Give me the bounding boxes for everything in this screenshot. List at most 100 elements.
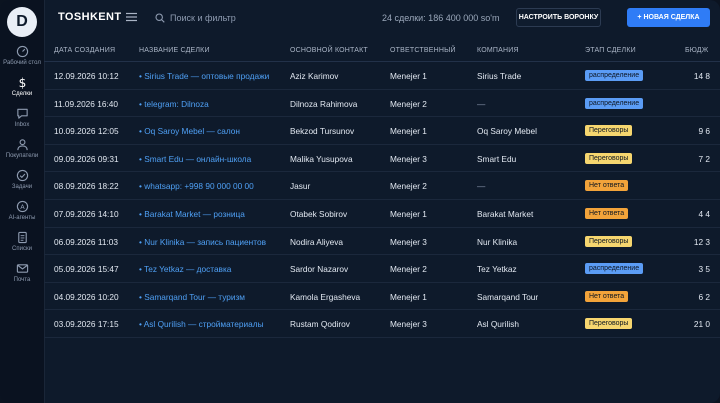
column-header-budget[interactable]: БЮДЖ — [685, 47, 708, 54]
sidebar-item-ai-agents[interactable]: A AI-агенты — [0, 200, 44, 230]
created-date-cell: 05.09.2026 15:47 — [54, 264, 119, 275]
svg-text:A: A — [20, 203, 25, 211]
sidebar-item-label: Сделки — [11, 91, 33, 97]
sidebar-item-mail[interactable]: Почта — [0, 262, 44, 292]
sidebar-item-label: Списки — [12, 246, 32, 252]
deals-table: ДАТА СОЗДАНИЯ НАЗВАНИЕ СДЕЛКИ ОСНОВНОЙ К… — [44, 42, 720, 338]
sidebar-item-customers[interactable]: Покупатели — [0, 138, 44, 168]
table-row[interactable]: 03.09.2026 17:15 • Asl Qurilish — стройм… — [44, 310, 720, 338]
configure-funnel-button[interactable]: НАСТРОИТЬ ВОРОНКУ — [516, 8, 601, 27]
table-row[interactable]: 12.09.2026 10:12 • Sirius Trade — оптовы… — [44, 62, 720, 90]
column-header-company[interactable]: КОМПАНИЯ — [477, 47, 519, 54]
column-header-deal-name[interactable]: НАЗВАНИЕ СДЕЛКИ — [139, 47, 210, 54]
deal-name-link[interactable]: • Asl Qurilish — стройматериалы — [139, 319, 264, 329]
stage-badge[interactable]: Переговоры — [585, 318, 633, 330]
table-header: ДАТА СОЗДАНИЯ НАЗВАНИЕ СДЕЛКИ ОСНОВНОЙ К… — [44, 42, 720, 62]
contact-cell[interactable]: Malika Yusupova — [290, 154, 353, 164]
created-date-cell: 08.09.2026 18:22 — [54, 181, 119, 192]
table-row[interactable]: 09.09.2026 09:31 • Smart Edu — онлайн-шк… — [44, 145, 720, 173]
column-header-stage[interactable]: ЭТАП СДЕЛКИ — [585, 47, 636, 54]
table-row[interactable]: 11.09.2026 16:40 • telegram: Dilnoza Dil… — [44, 90, 720, 118]
deal-name-link[interactable]: • telegram: Dilnoza — [139, 99, 209, 109]
sidebar: D Рабочий стол $ Сделки Inbox Покупатели… — [0, 0, 45, 403]
app-window: D Рабочий стол $ Сделки Inbox Покупатели… — [0, 0, 720, 403]
contact-cell[interactable]: Nodira Aliyeva — [290, 237, 343, 247]
column-header-date[interactable]: ДАТА СОЗДАНИЯ — [54, 47, 115, 54]
budget-cell: 21 0 — [693, 319, 710, 330]
search-input[interactable] — [170, 13, 340, 23]
deal-name-link[interactable]: • Barakat Market — розница — [139, 209, 245, 219]
stage-badge[interactable]: Переговоры — [585, 152, 633, 164]
svg-text:$: $ — [18, 76, 26, 89]
mail-icon — [16, 264, 28, 273]
search-bar — [155, 10, 355, 26]
stage-badge[interactable]: Нет ответа — [585, 180, 629, 192]
table-row[interactable]: 07.09.2026 14:10 • Barakat Market — розн… — [44, 200, 720, 228]
column-header-contact[interactable]: ОСНОВНОЙ КОНТАКТ — [290, 47, 368, 54]
deal-name-link[interactable]: • whatsapp: +998 90 000 00 00 — [139, 181, 254, 191]
owner-cell: Menejer 3 — [390, 236, 427, 247]
company-cell: Samarqand Tour — [477, 291, 539, 302]
owner-cell: Menejer 3 — [390, 319, 427, 330]
sidebar-item-tasks[interactable]: Задачи — [0, 169, 44, 199]
stage-cell: распределение — [585, 69, 644, 81]
table-row[interactable]: 10.09.2026 12:05 • Oq Saroy Mebel — сало… — [44, 117, 720, 145]
contact-cell[interactable]: Kamola Ergasheva — [290, 292, 360, 302]
deal-name-link[interactable]: • Samarqand Tour — туризм — [139, 292, 245, 302]
sidebar-item-label: Inbox — [14, 122, 30, 128]
stage-badge[interactable]: распределение — [585, 97, 644, 109]
deal-name-link[interactable]: • Smart Edu — онлайн-школа — [139, 154, 251, 164]
deal-name-link[interactable]: • Oq Saroy Mebel — салон — [139, 126, 240, 136]
workspace-logo[interactable]: D — [7, 7, 37, 37]
table-row[interactable]: 08.09.2026 18:22 • whatsapp: +998 90 000… — [44, 172, 720, 200]
stage-cell: Переговоры — [585, 317, 633, 330]
contact-cell[interactable]: Aziz Karimov — [290, 71, 338, 81]
budget-cell: 7 2 — [698, 153, 710, 164]
company-cell: Barakat Market — [477, 208, 534, 219]
stage-badge[interactable]: Переговоры — [585, 235, 633, 247]
stage-cell: Нет ответа — [585, 179, 629, 192]
list-icon — [17, 231, 27, 244]
contact-cell[interactable]: Otabek Sobirov — [290, 209, 347, 219]
sidebar-item-deals[interactable]: $ Сделки — [0, 76, 44, 106]
contact-cell[interactable]: Dilnoza Rahimova — [290, 99, 357, 109]
table-row[interactable]: 05.09.2026 15:47 • Tez Yetkaz — доставка… — [44, 255, 720, 283]
budget-cell: 14 8 — [693, 71, 710, 81]
menu-icon[interactable] — [126, 12, 137, 22]
contact-cell[interactable]: Sardor Nazarov — [290, 264, 348, 274]
dashboard-icon — [16, 45, 28, 58]
stage-cell: Переговоры — [585, 124, 633, 137]
deal-name-link[interactable]: • Sirius Trade — оптовые продажи — [139, 71, 269, 81]
contact-cell[interactable]: Jasur — [290, 181, 310, 191]
sidebar-item-label: Покупатели — [5, 153, 39, 159]
budget-cell: 9 6 — [698, 126, 710, 137]
owner-cell: Menejer 2 — [390, 181, 427, 192]
stage-badge[interactable]: Нет ответа — [585, 207, 629, 219]
stage-badge[interactable]: распределение — [585, 263, 644, 275]
contact-cell[interactable]: Rustam Qodirov — [290, 319, 350, 329]
chat-icon — [16, 108, 28, 119]
sidebar-item-dashboard[interactable]: Рабочий стол — [0, 45, 44, 75]
stage-cell: распределение — [585, 97, 644, 109]
dollar-icon: $ — [18, 76, 26, 89]
budget-cell: 12 3 — [693, 236, 710, 247]
owner-cell: Menejer 2 — [390, 264, 427, 275]
column-header-owner[interactable]: ОТВЕТСТВЕННЫЙ — [390, 47, 456, 54]
stage-cell: распределение — [585, 262, 644, 275]
page-title: TOSHKENT — [58, 11, 122, 23]
sidebar-item-inbox[interactable]: Inbox — [0, 107, 44, 137]
table-row[interactable]: 04.09.2026 10:20 • Samarqand Tour — тури… — [44, 283, 720, 311]
stage-badge[interactable]: распределение — [585, 70, 644, 81]
sidebar-item-label: Почта — [13, 277, 31, 283]
new-deal-button[interactable]: + НОВАЯ СДЕЛКА — [627, 8, 710, 27]
stage-badge[interactable]: Переговоры — [585, 125, 633, 137]
deal-name-link[interactable]: • Nur Klinika — запись пациентов — [139, 237, 266, 247]
table-row[interactable]: 06.09.2026 11:03 • Nur Klinika — запись … — [44, 228, 720, 256]
budget-cell: 4 4 — [698, 208, 710, 219]
stage-badge[interactable]: Нет ответа — [585, 290, 629, 302]
owner-cell: Menejer 1 — [390, 126, 427, 137]
search-icon — [155, 13, 165, 23]
deal-name-link[interactable]: • Tez Yetkaz — доставка — [139, 264, 231, 274]
contact-cell[interactable]: Bekzod Tursunov — [290, 126, 354, 136]
sidebar-item-lists[interactable]: Списки — [0, 231, 44, 261]
